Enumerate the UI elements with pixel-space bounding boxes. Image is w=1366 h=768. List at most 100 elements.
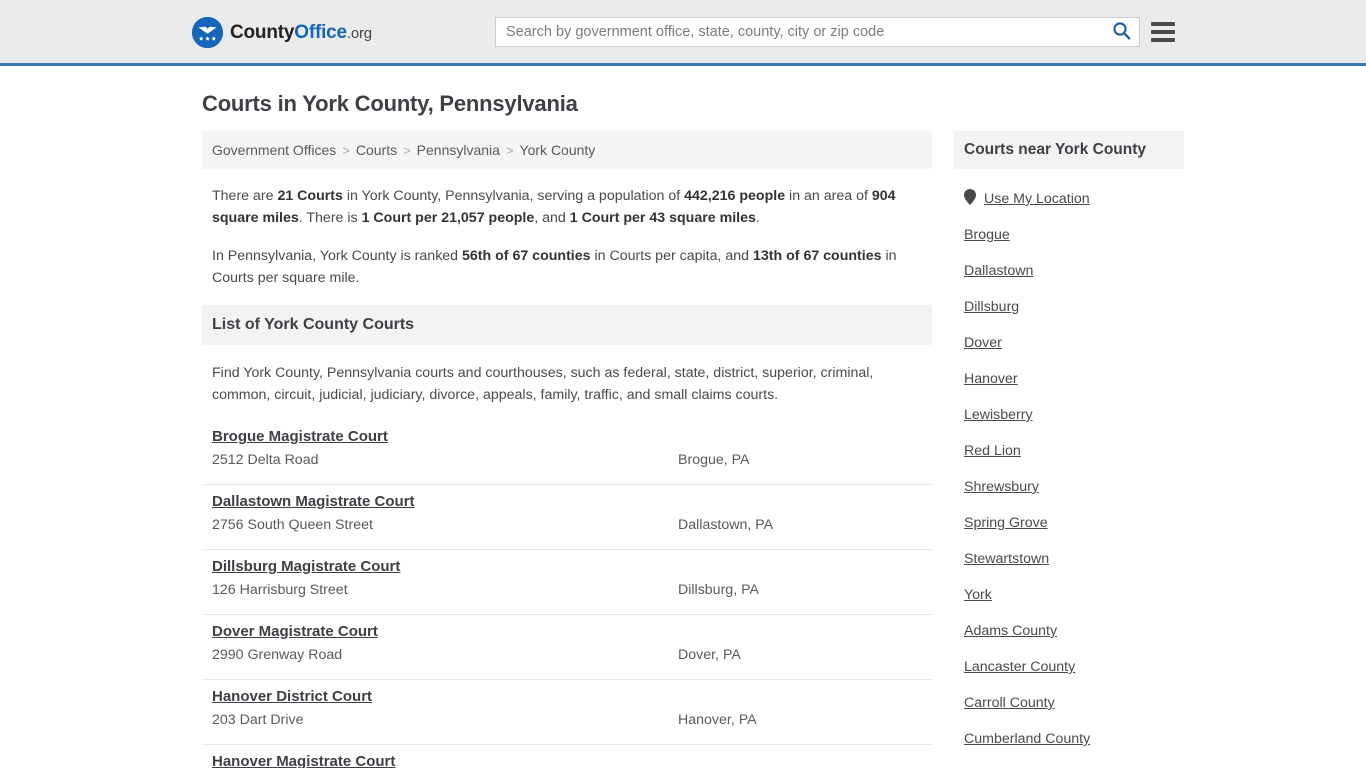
sidebar-link[interactable]: Spring Grove [964, 515, 1048, 531]
sidebar-link-list: Use My Location Brogue Dallastown Dillsburg… [954, 181, 1184, 768]
breadcrumb-item-4[interactable]: York County [520, 142, 596, 158]
intro-highlight: 442,216 people [684, 188, 786, 204]
site-logo[interactable]: CountyOffice.org [192, 17, 372, 48]
logo-text-org: .org [346, 25, 372, 42]
court-name-link[interactable]: Brogue Magistrate Court [212, 428, 388, 445]
intro-highlight: 1 Court per 21,057 people [361, 210, 535, 226]
use-my-location-label[interactable]: Use My Location [984, 191, 1090, 207]
sidebar-link-item[interactable]: Adams County [964, 613, 1174, 649]
sidebar-link-item[interactable]: Spring Grove [964, 505, 1174, 541]
court-address: 2990 Grenway Road [212, 647, 343, 663]
site-header: CountyOffice.org [0, 0, 1366, 66]
list-section-header: List of York County Courts [202, 305, 932, 345]
list-section-description-wrap: Find York County, Pennsylvania courts an… [202, 362, 932, 406]
logo-text-office: Office [294, 22, 347, 43]
search-button[interactable] [1103, 18, 1139, 46]
eagle-badge-icon [192, 17, 223, 48]
court-city-state: Brogue, PA [678, 452, 750, 468]
sidebar-link-item[interactable]: Stewartstown [964, 541, 1174, 577]
breadcrumb: Government Offices > Courts > Pennsylvania > Y… [202, 131, 932, 169]
court-row: Hanover Magistrate Court20 Wayne AvenueH… [202, 745, 932, 768]
breadcrumb-separator: > [403, 142, 411, 158]
court-row: Dillsburg Magistrate Court 126 Harrisburg… [202, 550, 932, 615]
sidebar-link-item[interactable]: Dover [964, 325, 1174, 361]
search-input[interactable] [496, 18, 1103, 46]
intro-paragraph-2: In Pennsylvania, York County is ranked 5… [212, 248, 897, 286]
sidebar-link[interactable]: Cumberland County [964, 731, 1090, 747]
intro-text: There are 21 Courts in York County, Penn… [202, 185, 932, 289]
sidebar-link[interactable]: Dallastown [964, 263, 1033, 279]
sidebar-link-item[interactable]: Lancaster County [964, 649, 1174, 685]
court-row: Brogue Magistrate Court 2512 Delta Road Br… [202, 420, 932, 485]
court-city-state: Dillsburg, PA [678, 582, 759, 598]
court-address: 2512 Delta Road [212, 452, 319, 468]
breadcrumb-item-3[interactable]: Pennsylvania [417, 142, 500, 158]
court-detail-line: 2512 Delta Road Brogue, PA [212, 452, 922, 468]
court-address: 2756 South Queen Street [212, 517, 373, 533]
sidebar-use-my-location[interactable]: Use My Location [964, 181, 1174, 217]
page-body: Courts in York County, Pennsylvania Gove… [0, 91, 1366, 768]
hamburger-menu-icon[interactable] [1151, 20, 1175, 44]
court-address: 203 Dart Drive [212, 712, 304, 728]
sidebar-link[interactable]: York [964, 587, 992, 603]
sidebar-link-item[interactable]: Dillsburg [964, 289, 1174, 325]
sidebar-link-item[interactable]: Cumberland County [964, 721, 1174, 757]
sidebar-link-item[interactable]: York [964, 577, 1174, 613]
sidebar-link[interactable]: Carroll County [964, 695, 1055, 711]
sidebar-link[interactable]: Lewisberry [964, 407, 1033, 423]
breadcrumb-separator: > [342, 142, 350, 158]
content-container: Government Offices > Courts > Pennsylvania > Y… [192, 131, 1184, 768]
court-city-state: Hanover, PA [678, 712, 757, 728]
sidebar-link[interactable]: Lancaster County [964, 659, 1075, 675]
sidebar-link[interactable]: Stewartstown [964, 551, 1049, 567]
logo-text-county: County [230, 22, 295, 43]
search-icon [1112, 21, 1131, 43]
court-list: Brogue Magistrate Court 2512 Delta Road Br… [202, 420, 932, 768]
sidebar-link[interactable]: Shrewsbury [964, 479, 1039, 495]
map-pin-icon [964, 188, 976, 210]
court-city-state: Dover, PA [678, 647, 741, 663]
court-detail-line: 126 Harrisburg Street Dillsburg, PA [212, 582, 922, 598]
court-name-link[interactable]: Dallastown Magistrate Court [212, 493, 415, 510]
intro-highlight: 13th of 67 counties [753, 248, 882, 264]
hamburger-bar [1151, 30, 1175, 34]
court-name-link[interactable]: Dillsburg Magistrate Court [212, 558, 400, 575]
breadcrumb-separator: > [505, 142, 514, 158]
main-column: Government Offices > Courts > Pennsylvania > Y… [202, 131, 932, 768]
sidebar: Courts near York County Use My Location B… [954, 131, 1184, 768]
court-detail-line: 2990 Grenway Road Dover, PA [212, 647, 922, 663]
sidebar-link-item[interactable]: Hanover [964, 361, 1174, 397]
hamburger-bar [1151, 22, 1175, 26]
page-title: Courts in York County, Pennsylvania [202, 91, 578, 116]
sidebar-link-item[interactable]: Carroll County [964, 685, 1174, 721]
sidebar-link[interactable]: Hanover [964, 371, 1018, 387]
court-name-link[interactable]: Hanover Magistrate Court [212, 753, 395, 768]
sidebar-link-item[interactable]: Red Lion [964, 433, 1174, 469]
court-name-link[interactable]: Dover Magistrate Court [212, 623, 378, 640]
site-logo-text: CountyOffice.org [230, 23, 372, 42]
sidebar-header: Courts near York County [954, 131, 1184, 169]
sidebar-link-item[interactable]: Brogue [964, 217, 1174, 253]
intro-highlight: 56th of 67 counties [462, 248, 591, 264]
sidebar-link[interactable]: Dover [964, 335, 1002, 351]
court-address: 126 Harrisburg Street [212, 582, 348, 598]
sidebar-link[interactable]: Red Lion [964, 443, 1021, 459]
sidebar-link[interactable]: Adams County [964, 623, 1057, 639]
court-detail-line: 203 Dart Drive Hanover, PA [212, 712, 922, 728]
sidebar-link-item[interactable]: Shrewsbury [964, 469, 1174, 505]
sidebar-link-item[interactable]: Lewisberry [964, 397, 1174, 433]
search-bar [495, 17, 1140, 47]
intro-highlight: 21 Courts [277, 188, 343, 204]
court-city-state: Dallastown, PA [678, 517, 774, 533]
sidebar-link-item[interactable]: Baltimore County [964, 757, 1174, 768]
court-row: Hanover District Court 203 Dart Drive Hano… [202, 680, 932, 745]
court-name-link[interactable]: Hanover District Court [212, 688, 372, 705]
breadcrumb-item-2[interactable]: Courts [356, 142, 397, 158]
sidebar-link[interactable]: Dillsburg [964, 299, 1019, 315]
sidebar-link-item[interactable]: Dallastown [964, 253, 1174, 289]
list-section-heading: List of York County Courts [212, 316, 415, 333]
sidebar-link[interactable]: Brogue [964, 227, 1010, 243]
breadcrumb-item-1[interactable]: Government Offices [212, 142, 336, 158]
intro-paragraph-1: There are 21 Courts in York County, Penn… [212, 188, 896, 226]
hamburger-bar [1151, 38, 1175, 42]
